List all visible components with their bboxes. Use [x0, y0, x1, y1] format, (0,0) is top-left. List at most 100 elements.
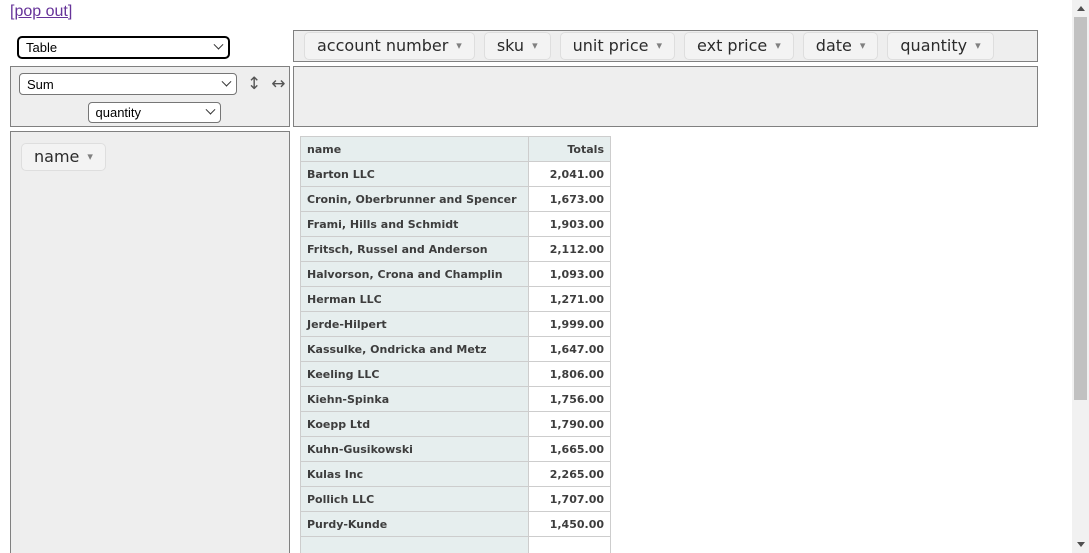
row-label-cell: Barton LLC [300, 161, 529, 187]
total-value-cell: 2,041.00 [528, 161, 611, 187]
attribute-pill[interactable]: account number ▾ [304, 32, 475, 60]
row-label-cell: Fritsch, Russel and Anderson [300, 236, 529, 262]
aggregator-area: Sum ↕ ↔ quantity [10, 66, 290, 127]
attribute-pill[interactable]: sku ▾ [483, 32, 551, 60]
pivot-table-row: Kassulke, Ondricka and Metz 1,647.00 [300, 336, 611, 362]
attribute-pill-item: name ▾ [21, 143, 106, 171]
total-value-cell: 2,265.00 [528, 461, 611, 487]
attribute-pill-item: account number ▾ [304, 32, 475, 60]
aggregator-arg-select[interactable]: quantity [87, 102, 221, 123]
renderer-select-value: Table [26, 40, 58, 55]
total-value-cell: 1,806.00 [528, 361, 611, 387]
column-attributes-area[interactable] [293, 66, 1038, 127]
pivot-table-row: Keeling LLC 1,806.00 [300, 361, 611, 387]
total-value-cell: 1,271.00 [528, 286, 611, 312]
dropdown-triangle-icon[interactable]: ▾ [775, 39, 781, 52]
attribute-pill[interactable]: date ▾ [802, 32, 879, 60]
total-value-cell [528, 536, 611, 553]
total-value-cell: 1,665.00 [528, 436, 611, 462]
total-value-cell: 1,093.00 [528, 261, 611, 287]
row-label-cell: Cronin, Oberbrunner and Spencer [300, 186, 529, 212]
dropdown-triangle-icon[interactable]: ▾ [657, 39, 663, 52]
row-attributes-area[interactable]: name ▾ [10, 131, 290, 553]
chevron-down-icon [221, 76, 232, 87]
total-value-cell: 1,673.00 [528, 186, 611, 212]
row-label-cell [300, 536, 529, 553]
pivot-table-row: Pollich LLC 1,707.00 [300, 486, 611, 512]
pivot-table-row: Purdy-Kunde 1,450.00 [300, 511, 611, 537]
aggregator-line: Sum ↕ ↔ [19, 73, 289, 95]
total-value-cell: 1,756.00 [528, 386, 611, 412]
aggregator-select-value: Sum [27, 76, 54, 92]
pivot-table-row: Jerde-Hilpert 1,999.00 [300, 311, 611, 337]
attribute-pill[interactable]: quantity ▾ [887, 32, 994, 60]
row-label-cell: Purdy-Kunde [300, 511, 529, 537]
dropdown-triangle-icon[interactable]: ▾ [87, 150, 93, 163]
attribute-pill-label: sku [496, 36, 525, 55]
pivot-table-row: Herman LLC 1,271.00 [300, 286, 611, 312]
row-label-cell: Kiehn-Spinka [300, 386, 529, 412]
total-value-cell: 1,790.00 [528, 411, 611, 437]
attribute-pill-label: date [815, 36, 852, 55]
aggregator-select[interactable]: Sum [19, 73, 237, 95]
pivot-table-row: Halvorson, Crona and Champlin 1,093.00 [300, 261, 611, 287]
pivot-ui-page: [pop out] Table account number ▾ sku ▾ u… [0, 0, 1089, 553]
pivot-table-header-row: name Totals [300, 136, 611, 162]
attribute-pill[interactable]: name ▾ [21, 143, 106, 171]
aggregator-arg-value: quantity [95, 105, 142, 120]
row-label-cell: Kuhn-Gusikowski [300, 436, 529, 462]
unused-attributes-list: account number ▾ sku ▾ unit price ▾ ext … [294, 32, 994, 60]
pivot-table-row: Fritsch, Russel and Anderson 2,112.00 [300, 236, 611, 262]
col-order-button[interactable]: ↔ [271, 75, 285, 93]
row-label-cell: Kulas Inc [300, 461, 529, 487]
dropdown-triangle-icon[interactable]: ▾ [532, 39, 538, 52]
dropdown-triangle-icon[interactable]: ▾ [860, 39, 866, 52]
dropdown-triangle-icon[interactable]: ▾ [975, 39, 981, 52]
row-label-cell: Keeling LLC [300, 361, 529, 387]
arrow-up-icon [1076, 6, 1085, 11]
row-order-button[interactable]: ↕ [247, 75, 261, 93]
pivot-table: name Totals Barton LLC 2,041.00 Cronin, … [300, 136, 611, 553]
unused-attributes-area[interactable]: account number ▾ sku ▾ unit price ▾ ext … [293, 30, 1038, 62]
attribute-pill-label: quantity [900, 36, 968, 55]
row-label-cell: Pollich LLC [300, 486, 529, 512]
scrollbar-up-button[interactable] [1072, 0, 1089, 17]
total-value-cell: 1,450.00 [528, 511, 611, 537]
renderer-cell: Table [10, 30, 290, 62]
row-label-cell: Halvorson, Crona and Champlin [300, 261, 529, 287]
total-value-cell: 2,112.00 [528, 236, 611, 262]
renderer-select[interactable]: Table [17, 36, 230, 59]
attribute-pill-item: unit price ▾ [559, 32, 676, 60]
attribute-pill[interactable]: unit price ▾ [559, 32, 676, 60]
attribute-pill-item: sku ▾ [483, 32, 551, 60]
scrollbar-thumb[interactable] [1074, 17, 1087, 400]
scrollbar-down-button[interactable] [1072, 536, 1089, 553]
pivot-table-row [300, 536, 611, 553]
pivot-table-row: Koepp Ltd 1,790.00 [300, 411, 611, 437]
total-value-cell: 1,999.00 [528, 311, 611, 337]
pop-out-link[interactable]: [pop out] [10, 3, 72, 21]
row-label-cell: Koepp Ltd [300, 411, 529, 437]
row-label-cell: Frami, Hills and Schmidt [300, 211, 529, 237]
pivot-table-row: Kiehn-Spinka 1,756.00 [300, 386, 611, 412]
attribute-pill[interactable]: ext price ▾ [684, 32, 794, 60]
total-value-cell: 1,707.00 [528, 486, 611, 512]
pivot-table-row: Cronin, Oberbrunner and Spencer 1,673.00 [300, 186, 611, 212]
attribute-pill-item: quantity ▾ [887, 32, 994, 60]
aggregator-arg-line: quantity [19, 102, 289, 123]
chevron-down-icon [205, 104, 215, 115]
vertical-scrollbar[interactable] [1072, 0, 1089, 553]
attribute-pill-label: account number [317, 36, 449, 55]
pivot-table-row: Kuhn-Gusikowski 1,665.00 [300, 436, 611, 462]
dropdown-triangle-icon[interactable]: ▾ [456, 39, 462, 52]
row-attr-header-cell: name [300, 136, 529, 162]
pivot-ui-grid: Table account number ▾ sku ▾ unit price … [10, 30, 1038, 553]
total-value-cell: 1,647.00 [528, 336, 611, 362]
row-attributes-list: name ▾ [21, 143, 289, 171]
pivot-table-row: Kulas Inc 2,265.00 [300, 461, 611, 487]
row-label-cell: Kassulke, Ondricka and Metz [300, 336, 529, 362]
totals-header-cell: Totals [528, 136, 611, 162]
pivot-table-row: Barton LLC 2,041.00 [300, 161, 611, 187]
attribute-pill-item: date ▾ [802, 32, 879, 60]
chevron-down-icon [213, 39, 224, 50]
